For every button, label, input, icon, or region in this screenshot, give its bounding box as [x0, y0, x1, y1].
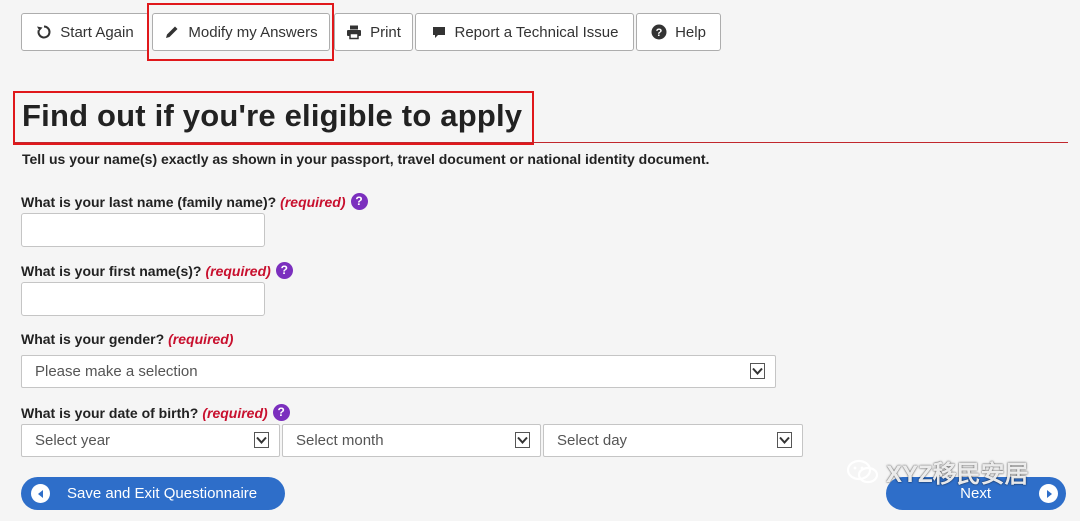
title-divider — [14, 142, 1068, 143]
gender-label: What is your gender? (required) — [21, 331, 233, 347]
first-name-question: What is your first name(s)? — [21, 262, 202, 279]
arrow-left-icon — [31, 484, 50, 503]
dob-year-value: Select year — [35, 432, 111, 449]
help-button[interactable]: ? Help — [636, 13, 721, 51]
last-name-label: What is your last name (family name)? (r… — [21, 193, 368, 210]
gender-question: What is your gender? — [21, 331, 165, 347]
report-issue-label: Report a Technical Issue — [454, 23, 619, 41]
chevron-down-icon — [777, 432, 792, 448]
required-marker: (required) — [202, 404, 268, 421]
arrow-right-icon — [1039, 484, 1058, 503]
intro-text: Tell us your name(s) exactly as shown in… — [22, 151, 710, 167]
dob-year-select[interactable]: Select year — [21, 424, 280, 457]
required-marker: (required) — [205, 262, 271, 279]
save-exit-label: Save and Exit Questionnaire — [67, 485, 258, 502]
start-again-button[interactable]: Start Again — [21, 13, 149, 51]
modify-answers-button[interactable]: Modify my Answers — [152, 13, 330, 51]
first-name-input[interactable] — [21, 282, 265, 316]
print-button[interactable]: Print — [334, 13, 413, 51]
start-again-label: Start Again — [60, 23, 134, 41]
gender-select[interactable]: Please make a selection — [21, 355, 776, 388]
last-name-input[interactable] — [21, 213, 265, 247]
svg-text:?: ? — [656, 27, 663, 39]
dob-month-select[interactable]: Select month — [282, 424, 541, 457]
dob-day-select[interactable]: Select day — [543, 424, 803, 457]
chevron-down-icon — [750, 363, 765, 379]
required-marker: (required) — [280, 193, 346, 210]
watermark: XYZ移民安居 — [846, 454, 1029, 489]
dob-question: What is your date of birth? — [21, 404, 199, 421]
report-issue-button[interactable]: Report a Technical Issue — [415, 13, 634, 51]
gender-select-value: Please make a selection — [35, 363, 198, 380]
dob-month-value: Select month — [296, 432, 384, 449]
page-title: Find out if you're eligible to apply — [22, 98, 523, 133]
modify-answers-label: Modify my Answers — [188, 23, 318, 41]
pencil-icon — [166, 26, 178, 38]
first-name-label: What is your first name(s)? (required) ? — [21, 262, 293, 279]
required-marker: (required) — [168, 331, 234, 347]
wechat-icon — [846, 459, 879, 483]
dob-label: What is your date of birth? (required) ? — [21, 404, 290, 421]
question-circle-icon: ? — [651, 24, 667, 40]
dob-day-value: Select day — [557, 432, 628, 449]
help-label: Help — [675, 23, 706, 41]
save-exit-button[interactable]: Save and Exit Questionnaire — [21, 477, 285, 510]
chevron-down-icon — [515, 432, 530, 448]
last-name-question: What is your last name (family name)? — [21, 193, 277, 210]
printer-icon — [347, 25, 362, 40]
comment-icon — [432, 27, 445, 38]
chevron-down-icon — [254, 432, 269, 448]
watermark-text: XYZ移民安居 — [886, 461, 1029, 488]
help-icon[interactable]: ? — [350, 193, 368, 210]
help-icon[interactable]: ? — [275, 262, 293, 279]
print-label: Print — [370, 23, 401, 41]
restart-icon — [37, 25, 51, 39]
help-icon[interactable]: ? — [272, 404, 290, 421]
